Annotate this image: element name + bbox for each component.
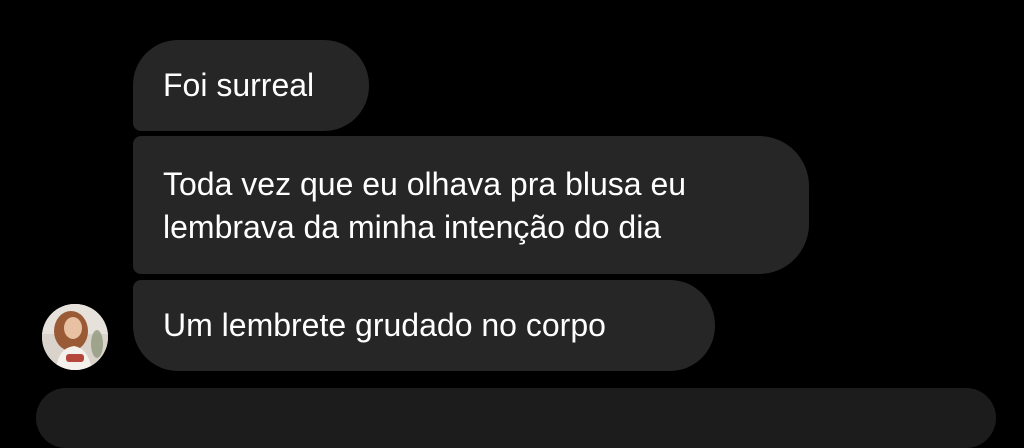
message-text-line: Um lembrete grudado no corpo xyxy=(163,307,606,343)
message-thread: Foi surreal Toda vez que eu olhava pra b… xyxy=(0,0,1024,448)
profile-photo-avatar-icon xyxy=(42,304,108,370)
sender-avatar[interactable] xyxy=(42,304,108,370)
message-bubble-1[interactable]: Foi surreal xyxy=(133,40,369,131)
message-text-line: Toda vez que eu olhava pra blusa eu xyxy=(163,166,687,202)
next-message-bubble-partial[interactable] xyxy=(36,388,996,448)
message-text-line: Foi surreal xyxy=(163,67,315,103)
message-bubble-2[interactable]: Toda vez que eu olhava pra blusa eu lemb… xyxy=(133,136,809,274)
message-text-line: lembrava da minha intenção do dia xyxy=(163,209,662,245)
message-bubble-3[interactable]: Um lembrete grudado no corpo xyxy=(133,280,715,371)
